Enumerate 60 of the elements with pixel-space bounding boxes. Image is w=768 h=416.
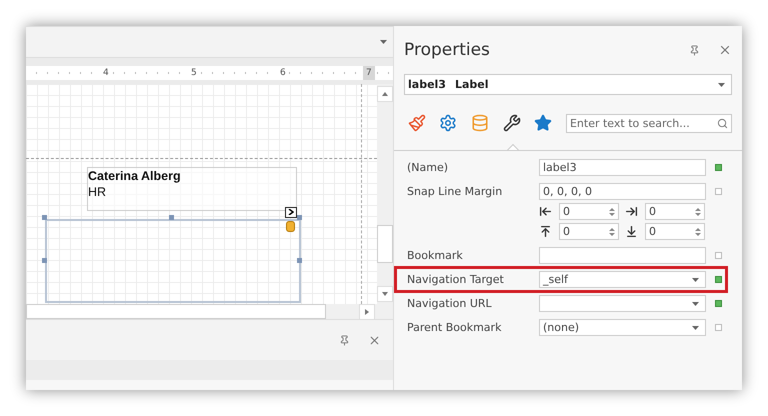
brush-icon xyxy=(408,114,426,132)
arrow-right-icon xyxy=(625,205,638,218)
panel-title: Properties xyxy=(404,40,491,60)
database-icon xyxy=(470,114,489,132)
arrow-top-icon xyxy=(539,225,552,238)
smart-tag-icon[interactable] xyxy=(285,206,297,218)
spin-field[interactable]: 0 xyxy=(645,223,705,240)
scroll-up-button[interactable] xyxy=(377,86,393,102)
property-field[interactable] xyxy=(539,247,706,264)
label-subtitle: HR xyxy=(88,184,108,200)
scroll-right-button[interactable] xyxy=(359,304,375,320)
vertical-scrollbar[interactable] xyxy=(377,84,393,304)
up-arrow-icon xyxy=(382,92,388,96)
pin-icon[interactable] xyxy=(689,44,700,56)
property-label: Parent Bookmark xyxy=(407,321,502,334)
wrench-icon xyxy=(502,114,521,132)
down-arrow-icon xyxy=(382,292,388,296)
pin-icon[interactable] xyxy=(339,334,350,346)
property-field[interactable]: 0, 0, 0, 0 xyxy=(539,183,706,200)
label-control[interactable]: Caterina Alberg HR xyxy=(87,166,297,211)
resize-handle[interactable] xyxy=(42,214,47,220)
arrow-left-icon xyxy=(539,205,552,218)
label-title: Caterina Alberg xyxy=(88,168,182,184)
spinner-arrows-icon[interactable] xyxy=(695,206,701,216)
object-selector[interactable]: label3 Label xyxy=(404,74,732,95)
scroll-thumb[interactable] xyxy=(377,225,393,263)
resize-handle[interactable] xyxy=(297,258,302,263)
right-arrow-icon xyxy=(365,308,369,315)
star-icon xyxy=(534,114,552,132)
spin-field[interactable]: 0 xyxy=(559,223,619,240)
ruler-number: 7 xyxy=(363,66,375,80)
resize-handle[interactable] xyxy=(42,258,47,263)
spinner-arrows-icon[interactable] xyxy=(609,226,615,236)
resize-handle[interactable] xyxy=(169,214,174,220)
property-label: Navigation Target xyxy=(407,273,505,286)
arrow-bottom-icon xyxy=(625,225,638,238)
search-icon xyxy=(716,118,728,129)
dropdown-caret-icon xyxy=(718,82,725,86)
dropdown-caret-icon xyxy=(692,326,699,330)
spinner-arrows-icon[interactable] xyxy=(695,226,701,236)
dropdown-caret-icon xyxy=(692,278,699,282)
scroll-thumb[interactable] xyxy=(26,304,326,320)
property-field[interactable]: label3 xyxy=(539,159,706,176)
property-label: Snap Line Margin xyxy=(407,185,504,198)
resize-handle[interactable] xyxy=(297,214,302,220)
dropdown-caret-icon xyxy=(380,40,387,44)
database-icon xyxy=(286,220,295,232)
property-dropdown[interactable]: _self xyxy=(539,271,706,288)
property-label: (Name) xyxy=(407,161,450,174)
close-icon[interactable] xyxy=(718,43,732,57)
spin-field[interactable]: 0 xyxy=(645,203,705,220)
property-dropdown[interactable]: (none) xyxy=(539,319,706,336)
close-icon[interactable] xyxy=(368,334,381,347)
spinner-arrows-icon[interactable] xyxy=(609,206,615,216)
search-field[interactable]: Enter text to search... xyxy=(566,114,732,133)
scroll-down-button[interactable] xyxy=(377,286,393,302)
spin-field[interactable]: 0 xyxy=(559,203,619,220)
property-label: Navigation URL xyxy=(407,297,493,310)
property-label: Bookmark xyxy=(407,249,464,262)
dropdown-caret-icon xyxy=(692,302,699,306)
